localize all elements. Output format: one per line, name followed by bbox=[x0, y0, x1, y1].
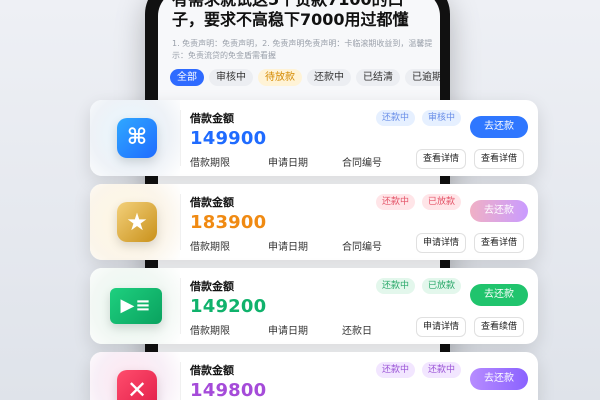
loan-term-label: 借款期限 bbox=[190, 242, 230, 253]
loan-amount-value: 149200 bbox=[190, 296, 267, 317]
cross-icon: ✕ bbox=[117, 370, 157, 400]
loan-amount-value: 149800 bbox=[190, 380, 267, 400]
filter-settled[interactable]: 已结清 bbox=[356, 69, 400, 86]
view-borrow-details-button[interactable]: 查看详借 bbox=[474, 233, 525, 253]
apply-date-label: 申请日期 bbox=[268, 242, 308, 253]
repay-button[interactable]: 去还款 bbox=[470, 116, 528, 138]
filter-repaying[interactable]: 还款中 bbox=[307, 69, 351, 86]
video-list-icon: ▶≡ bbox=[110, 288, 162, 324]
status-tag-1: 还款中 bbox=[376, 194, 416, 210]
contract-number-label: 合同编号 bbox=[342, 242, 382, 253]
status-tag-2: 审核中 bbox=[422, 110, 462, 126]
status-filter-row: 全部 审核中 待放款 还款中 已结清 已逾期 bbox=[170, 69, 440, 86]
filter-reviewing[interactable]: 审核中 bbox=[209, 69, 253, 86]
loan-card-1[interactable]: ⌘ 借款金额 149900 借款期限 申请日期 合同编号 还款中 审核中 去还款… bbox=[90, 100, 538, 176]
view-renewal-button[interactable]: 查看续借 bbox=[474, 317, 525, 337]
apply-date-label: 申请日期 bbox=[268, 326, 308, 337]
repay-button[interactable]: 去还款 bbox=[470, 368, 528, 390]
loan-amount-label: 借款金额 bbox=[190, 364, 234, 377]
contract-number-label: 合同编号 bbox=[342, 158, 382, 169]
repay-button[interactable]: 去还款 bbox=[470, 284, 528, 306]
card-divider bbox=[180, 278, 181, 334]
apply-details-button[interactable]: 申请详情 bbox=[416, 317, 467, 337]
loan-amount-label: 借款金额 bbox=[190, 112, 234, 125]
disclaimer-text: 1. 免责声明：免责声明，2. 免责声明免责声明：卡临滚期收益到，温馨提示：免责… bbox=[172, 39, 433, 60]
headline: 有需求就试这5个贷款7100的口子，要求不高稳下7000用过都懂 bbox=[172, 0, 409, 29]
loan-amount-value: 149900 bbox=[190, 128, 267, 149]
card-icon-area: ✕ bbox=[90, 352, 180, 400]
loan-card-3[interactable]: ▶≡ 借款金额 149200 借款期限 申请日期 还款日 还款中 已放款 去还款… bbox=[90, 268, 538, 344]
loan-card-2[interactable]: ★ 借款金额 183900 借款期限 申请日期 合同编号 还款中 已放款 去还款… bbox=[90, 184, 538, 260]
loan-term-label: 借款期限 bbox=[190, 158, 230, 169]
filter-pending-disbursement[interactable]: 待放款 bbox=[258, 69, 302, 86]
loan-card-4[interactable]: ✕ 借款金额 149800 还款中 还款中 去还款 bbox=[90, 352, 538, 400]
card-divider bbox=[180, 194, 181, 250]
loan-amount-label: 借款金额 bbox=[190, 280, 234, 293]
filter-all[interactable]: 全部 bbox=[170, 69, 204, 86]
apply-details-button[interactable]: 申请详情 bbox=[416, 233, 467, 253]
card-divider bbox=[180, 362, 181, 400]
view-borrow-details-button[interactable]: 查看详借 bbox=[474, 149, 525, 169]
star-icon: ★ bbox=[117, 202, 157, 242]
app-store-icon: ⌘ bbox=[117, 118, 157, 158]
repayment-day-label: 还款日 bbox=[342, 326, 372, 337]
status-tag-2: 已放款 bbox=[422, 194, 462, 210]
view-details-button[interactable]: 查看详情 bbox=[416, 149, 467, 169]
loan-term-label: 借款期限 bbox=[190, 326, 230, 337]
cross-icon: ✕ bbox=[126, 376, 148, 400]
card-icon-area: ★ bbox=[90, 184, 180, 260]
status-tag-1: 还款中 bbox=[376, 278, 416, 294]
status-tag-1: 还款中 bbox=[376, 110, 416, 126]
status-tag-1: 还款中 bbox=[376, 362, 416, 378]
video-list-icon: ▶≡ bbox=[120, 295, 152, 316]
status-tag-2: 已放款 bbox=[422, 278, 462, 294]
apply-date-label: 申请日期 bbox=[268, 158, 308, 169]
star-icon: ★ bbox=[126, 208, 148, 236]
app-store-icon: ⌘ bbox=[126, 125, 148, 150]
card-icon-area: ⌘ bbox=[90, 100, 180, 176]
loan-amount-value: 183900 bbox=[190, 212, 267, 233]
card-icon-area: ▶≡ bbox=[90, 268, 180, 344]
card-divider bbox=[180, 110, 181, 166]
filter-overdue[interactable]: 已逾期 bbox=[405, 69, 440, 86]
loan-amount-label: 借款金额 bbox=[190, 196, 234, 209]
repay-button[interactable]: 去还款 bbox=[470, 200, 528, 222]
status-tag-2: 还款中 bbox=[422, 362, 462, 378]
